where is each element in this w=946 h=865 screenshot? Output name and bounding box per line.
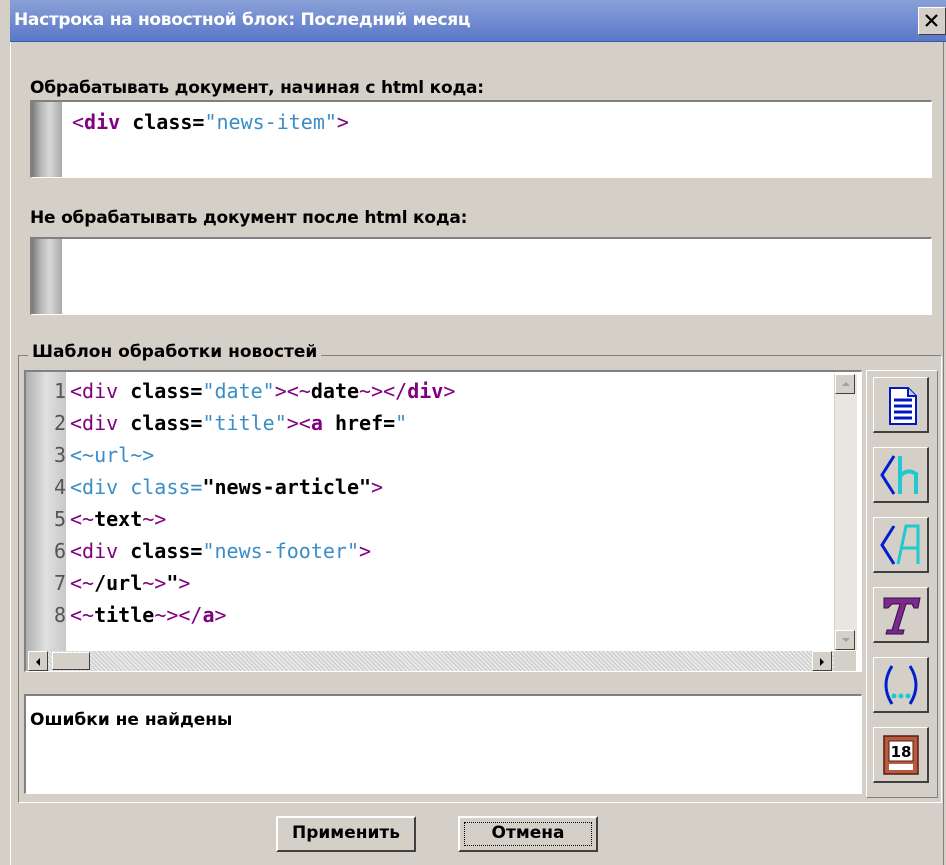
horizontal-scroll-thumb[interactable] [52,652,90,670]
insert-block-button[interactable] [873,657,929,713]
close-button[interactable] [918,7,946,35]
vertical-scrollbar[interactable] [834,374,857,650]
code-token: < [72,110,85,134]
scroll-down-button[interactable] [835,630,855,650]
stop-html-input[interactable] [30,237,932,315]
line-number: 2 [53,411,66,435]
scroll-up-button[interactable] [835,374,855,394]
calendar-day-text: 18 [891,743,912,761]
line-number: 3 [53,443,66,467]
close-icon [925,14,938,27]
line-number: 1 [53,379,66,403]
insert-date-button[interactable]: 18 [873,727,929,783]
scroll-right-button[interactable] [812,651,832,671]
text-format-icon [883,597,921,635]
memo-gutter [32,102,62,177]
start-html-label: Обрабатывать документ, начиная с html ко… [30,78,484,98]
line-number: 5 [53,507,66,531]
insert-document-button[interactable] [873,377,929,433]
scroll-corner [834,651,856,671]
apply-button[interactable]: Применить [276,816,416,852]
arrow-left-icon [36,658,40,666]
errors-output: Ошибки не найдены [24,694,862,794]
code-token: class= [120,110,205,134]
window-title: Настрока на новостной блок: Последний ме… [14,10,471,30]
scroll-left-button[interactable] [28,651,48,671]
parentheses-icon [884,665,918,705]
arrow-up-icon [842,382,850,386]
apply-button-label: Применить [292,823,400,843]
horizontal-scrollbar[interactable] [28,651,834,671]
start-html-code: <div class="news-item"> [72,110,349,134]
memo-gutter [32,239,62,314]
insert-h-tag-button[interactable] [873,447,929,503]
insert-tag-a-icon [880,524,920,565]
arrow-right-icon [820,658,824,666]
code-token: div [84,110,121,134]
stop-html-label: Не обрабатывать документ после html кода… [30,208,468,228]
insert-tag-h-icon [880,455,918,495]
text-format-button[interactable] [873,587,929,643]
focus-rect [464,822,592,846]
code-token: "news-item" [204,110,337,134]
line-number: 7 [53,571,66,595]
errors-text: Ошибки не найдены [30,710,233,730]
arrow-down-icon [842,638,850,642]
template-legend: Шаблон обработки новостей [28,342,322,362]
calendar-icon: 18 [883,735,919,775]
start-html-input[interactable]: <div class="news-item"> [30,100,932,178]
line-number: 4 [53,475,66,499]
template-toolbar: 18 [866,370,938,798]
title-bar: Настрока на новостной блок: Последний ме… [10,0,946,42]
code-token: > [336,110,349,134]
cancel-button[interactable]: Отмена [458,816,598,852]
line-number: 8 [53,603,66,627]
line-number: 6 [53,539,66,563]
insert-a-tag-button[interactable] [873,517,929,573]
template-editor[interactable]: 1 <div class="date"><~date~></div> 2 <div … [24,370,862,672]
document-icon [889,387,917,425]
